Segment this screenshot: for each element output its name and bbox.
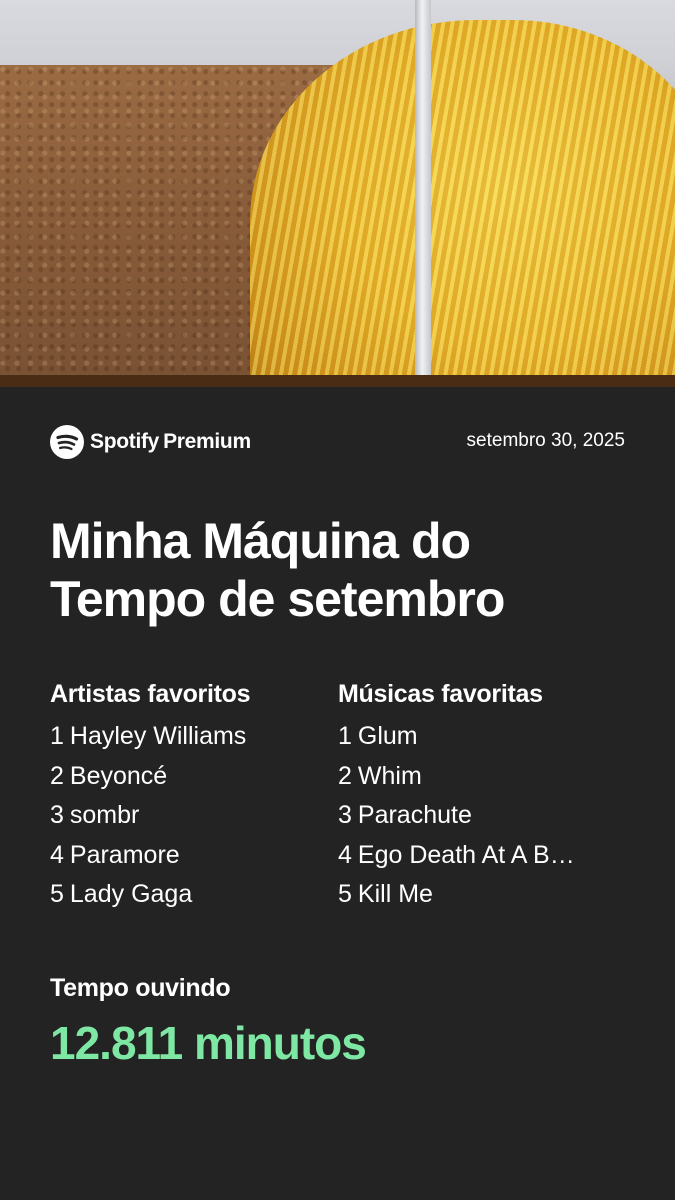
artist-list-item: 2 Beyoncé xyxy=(50,756,335,796)
artist-list-item: 3 sombr xyxy=(50,795,335,835)
artist-name: Hayley Williams xyxy=(69,722,247,750)
top-tracks-heading: Músicas favoritas xyxy=(338,680,543,708)
track-rank: 4 xyxy=(338,840,352,869)
brand-name: Spotify xyxy=(90,430,160,453)
brand-tier: Premium xyxy=(163,430,251,453)
top-artists-section: Artistas favoritos 1 Hayley Williams 2 Bey… xyxy=(50,676,335,914)
artist-name: Lady Gaga xyxy=(69,880,193,908)
top-artists-heading: Artistas favoritos xyxy=(50,680,251,708)
track-rank: 1 xyxy=(338,722,352,750)
report-date: setembro 30, 2025 xyxy=(466,430,625,451)
top-artists-list: 1 Hayley Williams 2 Beyoncé 3 sombr 4 Paramo… xyxy=(50,716,335,914)
track-list-item: 1 Glum xyxy=(338,716,623,756)
artist-rank: 2 xyxy=(50,761,64,790)
track-list-item: 3 Parachute xyxy=(338,795,623,835)
spotify-brand: Spotify Premium xyxy=(50,424,251,460)
spotify-logo-icon xyxy=(50,425,84,459)
track-rank: 2 xyxy=(338,761,352,790)
artist-list-item: 5 Lady Gaga xyxy=(50,874,335,914)
artist-name: sombr xyxy=(69,801,140,829)
page-title: Minha Máquina do Tempo de setembro xyxy=(50,513,505,627)
track-list-item: 5 Kill Me xyxy=(338,874,623,914)
track-name: Ego Death At A B… xyxy=(357,840,575,869)
photo-pole xyxy=(415,0,431,375)
track-name: Kill Me xyxy=(357,880,433,908)
listening-time-value: 12.811 minutos xyxy=(50,1017,367,1069)
top-tracks-section: Músicas favoritas 1 Glum 2 Whim 3 Parachute… xyxy=(338,676,623,914)
track-rank: 5 xyxy=(338,880,352,908)
artist-name: Beyoncé xyxy=(69,761,168,790)
artist-rank: 3 xyxy=(50,801,64,829)
track-rank: 3 xyxy=(338,801,352,829)
artist-rank: 4 xyxy=(50,840,64,869)
track-list-item: 4 Ego Death At A B… xyxy=(338,835,623,875)
track-name: Glum xyxy=(357,722,418,750)
artist-rank: 5 xyxy=(50,880,64,908)
top-tracks-list: 1 Glum 2 Whim 3 Parachute 4 Ego Death At A B… xyxy=(338,716,623,914)
listening-time-label: Tempo ouvindo xyxy=(50,974,231,1002)
artist-list-item: 4 Paramore xyxy=(50,835,335,875)
artist-list-item: 1 Hayley Williams xyxy=(50,716,335,756)
track-list-item: 2 Whim xyxy=(338,756,623,796)
artist-name: Paramore xyxy=(69,840,180,869)
track-name: Whim xyxy=(357,761,422,790)
artist-rank: 1 xyxy=(50,722,64,750)
cover-photo xyxy=(0,0,675,375)
track-name: Parachute xyxy=(357,801,472,829)
photo-bottom-band xyxy=(0,375,675,387)
